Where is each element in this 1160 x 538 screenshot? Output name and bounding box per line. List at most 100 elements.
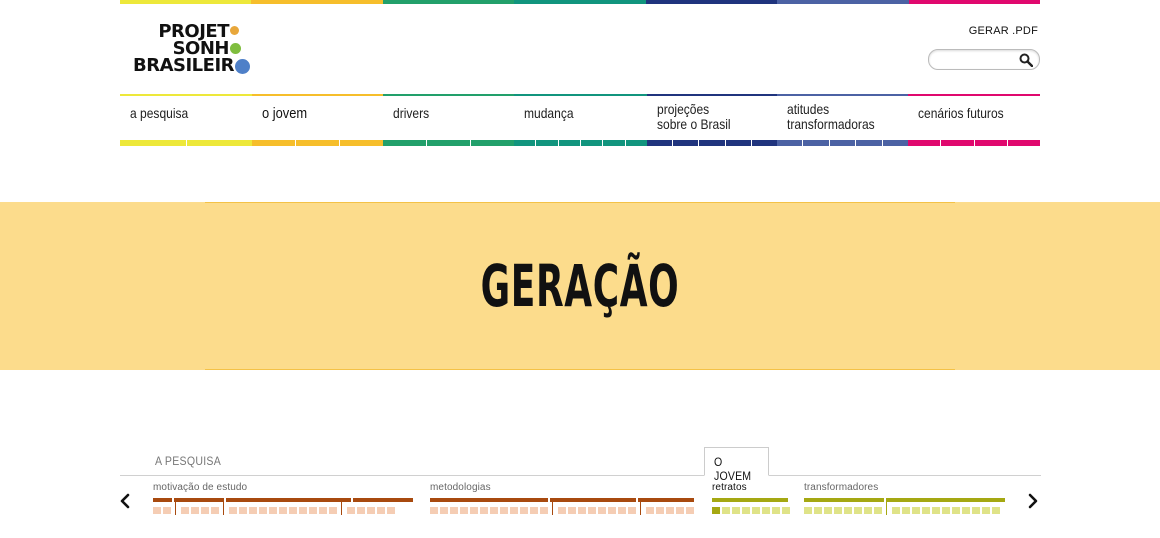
subnav-item-square[interactable] bbox=[387, 506, 395, 514]
subnav-item-square[interactable] bbox=[618, 506, 626, 514]
subnav-item-square[interactable] bbox=[347, 506, 355, 514]
subnav-item-square[interactable] bbox=[732, 506, 740, 514]
tab-o-jovem[interactable]: O JOVEM bbox=[704, 447, 769, 483]
subnav-item-square[interactable] bbox=[608, 506, 616, 514]
nav-segment[interactable] bbox=[725, 140, 751, 146]
subnav-item-square[interactable] bbox=[289, 506, 297, 514]
subnav-group-label[interactable]: retratos bbox=[712, 482, 747, 493]
subnav-item-square[interactable] bbox=[329, 506, 337, 514]
nav-segment[interactable] bbox=[777, 140, 803, 146]
subnav-item-square[interactable] bbox=[942, 506, 950, 514]
subnav-item-square[interactable] bbox=[752, 506, 760, 514]
subnav-item-square[interactable] bbox=[357, 506, 365, 514]
nav-segment[interactable] bbox=[856, 140, 882, 146]
subnav-item-square[interactable] bbox=[864, 506, 872, 514]
subnav-item-square[interactable] bbox=[722, 506, 730, 514]
subnav-item-square[interactable] bbox=[824, 506, 832, 514]
subnav-item-square[interactable] bbox=[309, 506, 317, 514]
subnav-item-square[interactable] bbox=[568, 506, 576, 514]
nav-segment[interactable] bbox=[580, 140, 603, 146]
nav-segment[interactable] bbox=[673, 140, 699, 146]
subnav-item-square[interactable] bbox=[540, 506, 548, 514]
chevron-left-icon[interactable] bbox=[119, 492, 131, 510]
subnav-item-square[interactable] bbox=[932, 506, 940, 514]
subnav-item-square[interactable] bbox=[772, 506, 780, 514]
subnav-item-square[interactable] bbox=[367, 506, 375, 514]
nav-segment[interactable] bbox=[803, 140, 829, 146]
subnav-group-label[interactable]: transformadores bbox=[804, 482, 878, 493]
nav-segment[interactable] bbox=[471, 140, 514, 146]
nav-item-o-jovem[interactable]: o jovem bbox=[252, 94, 383, 146]
subnav-group-label[interactable]: metodologias bbox=[430, 482, 491, 493]
subnav-item-square[interactable] bbox=[588, 506, 596, 514]
nav-segment[interactable] bbox=[699, 140, 725, 146]
nav-segment[interactable] bbox=[340, 140, 383, 146]
subnav-item-square[interactable] bbox=[239, 506, 247, 514]
subnav-item-square[interactable] bbox=[676, 506, 684, 514]
subnav-item-square[interactable] bbox=[163, 506, 171, 514]
nav-segment[interactable] bbox=[603, 140, 625, 146]
subnav-item-square[interactable] bbox=[922, 506, 930, 514]
subnav-item-square[interactable] bbox=[500, 506, 508, 514]
nav-segment[interactable] bbox=[908, 140, 941, 146]
subnav-item-square[interactable] bbox=[646, 506, 654, 514]
subnav-item-square[interactable] bbox=[628, 506, 636, 514]
subnav-item-square[interactable] bbox=[844, 506, 852, 514]
nav-item-a-pesquisa[interactable]: a pesquisa bbox=[120, 94, 252, 146]
nav-segment[interactable] bbox=[427, 140, 470, 146]
search-input[interactable] bbox=[937, 50, 1023, 70]
subnav-item-square[interactable] bbox=[490, 506, 498, 514]
subnav-item-square[interactable] bbox=[742, 506, 750, 514]
nav-item-drivers[interactable]: drivers bbox=[383, 94, 514, 146]
nav-segment[interactable] bbox=[252, 140, 295, 146]
subnav-item-square[interactable] bbox=[153, 506, 161, 514]
subnav-item-square[interactable] bbox=[299, 506, 307, 514]
nav-segment[interactable] bbox=[941, 140, 974, 146]
subnav-item-square[interactable] bbox=[854, 506, 862, 514]
subnav-item-square[interactable] bbox=[440, 506, 448, 514]
nav-segment[interactable] bbox=[829, 140, 856, 146]
subnav-item-square[interactable] bbox=[814, 506, 822, 514]
subnav-item-square[interactable] bbox=[952, 506, 960, 514]
subnav-item-square[interactable] bbox=[992, 506, 1000, 514]
subnav-item-square[interactable] bbox=[269, 506, 277, 514]
subnav-item-square[interactable] bbox=[279, 506, 287, 514]
subnav-item-square[interactable] bbox=[686, 506, 694, 514]
tab-a-pesquisa[interactable]: A PESQUISA bbox=[155, 454, 221, 468]
subnav-item-square[interactable] bbox=[229, 506, 237, 514]
subnav-item-square[interactable] bbox=[962, 506, 970, 514]
subnav-item-square[interactable] bbox=[191, 506, 199, 514]
subnav-item-square[interactable] bbox=[460, 506, 468, 514]
subnav-item-square[interactable] bbox=[520, 506, 528, 514]
subnav-item-square[interactable] bbox=[892, 506, 900, 514]
subnav-item-square[interactable] bbox=[319, 506, 327, 514]
nav-segment[interactable] bbox=[882, 140, 909, 146]
nav-segment[interactable] bbox=[514, 140, 536, 146]
subnav-item-square[interactable] bbox=[377, 506, 385, 514]
subnav-item-square[interactable] bbox=[902, 506, 910, 514]
nav-item-projeções-sobre-o-brasil[interactable]: projeções sobre o Brasil bbox=[647, 94, 778, 146]
subnav-item-square[interactable] bbox=[874, 506, 882, 514]
subnav-item-square[interactable] bbox=[972, 506, 980, 514]
subnav-item-square[interactable] bbox=[982, 506, 990, 514]
subnav-item-square[interactable] bbox=[558, 506, 566, 514]
nav-item-cenários-futuros[interactable]: cenários futuros bbox=[908, 94, 1040, 146]
nav-segment[interactable] bbox=[186, 140, 252, 146]
nav-segment[interactable] bbox=[647, 140, 673, 146]
nav-item-atitudes-transformadoras[interactable]: atitudes transformadoras bbox=[777, 94, 909, 146]
subnav-item-square[interactable] bbox=[450, 506, 458, 514]
nav-segment[interactable] bbox=[558, 140, 580, 146]
nav-item-mudança[interactable]: mudança bbox=[514, 94, 647, 146]
subnav-item-square[interactable] bbox=[598, 506, 606, 514]
subnav-item-square[interactable] bbox=[834, 506, 842, 514]
nav-segment[interactable] bbox=[536, 140, 558, 146]
subnav-item-square[interactable] bbox=[666, 506, 674, 514]
nav-segment[interactable] bbox=[120, 140, 186, 146]
nav-segment[interactable] bbox=[1007, 140, 1040, 146]
subnav-item-square[interactable] bbox=[430, 506, 438, 514]
subnav-item-square[interactable] bbox=[201, 506, 209, 514]
subnav-item-square[interactable] bbox=[211, 506, 219, 514]
subnav-item-square[interactable] bbox=[656, 506, 664, 514]
subnav-item-square[interactable] bbox=[259, 506, 267, 514]
subnav-item-square[interactable] bbox=[782, 506, 790, 514]
